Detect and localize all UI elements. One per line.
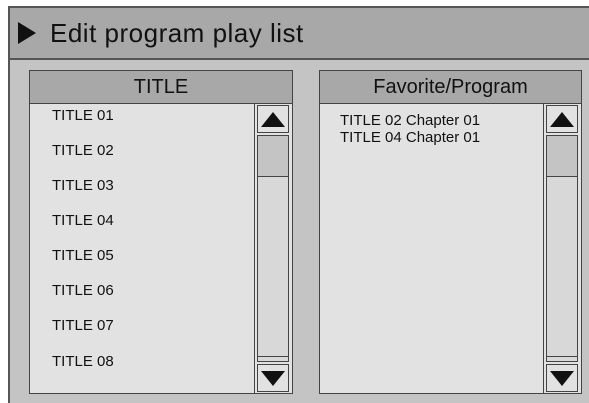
list-item[interactable]: TITLE 07	[52, 316, 114, 336]
title-list-header: TITLE	[30, 71, 292, 104]
scroll-track[interactable]	[257, 135, 289, 362]
page-title: Edit program play list	[50, 17, 304, 48]
title-list: TITLE 01 TITLE 02 TITLE 03 TITLE 04 TITL…	[30, 104, 254, 393]
scroll-down-button[interactable]	[257, 364, 289, 392]
title-bar: Edit program play list	[10, 8, 589, 60]
list-item[interactable]: TITLE 03	[52, 176, 114, 196]
list-item[interactable]: TITLE 02	[52, 141, 114, 161]
down-arrow-icon	[550, 370, 574, 386]
program-list-panel: Favorite/Program TITLE 02 Chapter 01 TIT…	[319, 70, 582, 394]
title-list-panel: TITLE TITLE 01 TITLE 02 TITLE 03 TITLE 0…	[29, 70, 293, 394]
list-item[interactable]: TITLE 05	[52, 246, 114, 266]
scroll-track-divider	[547, 356, 577, 357]
list-item[interactable]: TITLE 02 Chapter 01	[340, 112, 480, 129]
program-list: TITLE 02 Chapter 01 TITLE 04 Chapter 01	[320, 104, 543, 393]
scroll-thumb[interactable]	[258, 136, 288, 177]
scroll-track[interactable]	[546, 135, 578, 362]
scroll-thumb[interactable]	[547, 136, 577, 177]
up-arrow-icon	[550, 111, 574, 127]
program-list-scrollbar[interactable]	[543, 104, 581, 393]
program-edit-screen: Edit program play list TITLE TITLE 01 TI…	[8, 6, 589, 403]
scroll-down-button[interactable]	[546, 364, 578, 392]
program-list-header: Favorite/Program	[320, 71, 581, 104]
up-arrow-icon	[261, 111, 285, 127]
play-icon	[18, 22, 36, 44]
title-list-scrollbar[interactable]	[254, 104, 292, 393]
list-item[interactable]: TITLE 04	[52, 211, 114, 231]
scroll-up-button[interactable]	[546, 105, 578, 133]
scroll-track-divider	[258, 356, 288, 357]
list-item[interactable]: TITLE 06	[52, 281, 114, 301]
list-item[interactable]: TITLE 08	[52, 352, 114, 372]
list-item[interactable]: TITLE 04 Chapter 01	[340, 129, 480, 146]
down-arrow-icon	[261, 370, 285, 386]
list-item[interactable]: TITLE 01	[52, 106, 114, 126]
scroll-up-button[interactable]	[257, 105, 289, 133]
